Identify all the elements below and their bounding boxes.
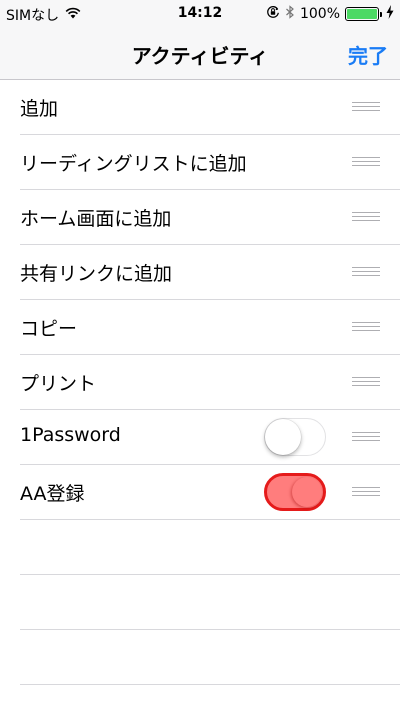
list-item-aa-register: AA登録 [20, 465, 400, 520]
list-item-reading-list[interactable]: リーディングリストに追加 [20, 135, 400, 190]
list-item-1password: 1Password [20, 410, 400, 465]
status-bar: SIMなし 14:12 100% [0, 0, 400, 28]
activity-list: 追加 リーディングリストに追加 ホーム画面に追加 共有リンクに追加 コピー プリ… [0, 80, 400, 685]
battery-percent: 100% [299, 6, 340, 22]
aa-register-toggle-switch[interactable] [264, 473, 326, 511]
list-item-label: リーディングリストに追加 [20, 153, 247, 175]
list-item-label: 共有リンクに追加 [20, 263, 173, 285]
list-item-label: AA登録 [20, 483, 85, 505]
reorder-handle-icon[interactable] [352, 487, 380, 497]
charging-bolt-icon [386, 5, 394, 23]
reorder-handle-icon[interactable] [352, 157, 380, 167]
reorder-handle-icon[interactable] [352, 267, 380, 277]
list-item-label: コピー [20, 318, 78, 340]
done-button[interactable]: 完了 [348, 40, 388, 69]
list-item-label: 1Password [20, 424, 121, 446]
list-item-copy[interactable]: コピー [20, 300, 400, 355]
1password-toggle-switch[interactable] [264, 418, 326, 456]
bluetooth-icon [285, 5, 295, 23]
list-item-print[interactable]: プリント [20, 355, 400, 410]
empty-list-row [20, 575, 400, 630]
list-item-add[interactable]: 追加 [20, 80, 400, 135]
reorder-handle-icon[interactable] [352, 212, 380, 222]
toggle-knob [265, 419, 301, 455]
reorder-handle-icon[interactable] [352, 377, 380, 387]
reorder-handle-icon[interactable] [352, 322, 380, 332]
list-item-label: 追加 [20, 98, 59, 120]
battery-level-fill [347, 9, 377, 19]
list-item-label: ホーム画面に追加 [20, 208, 172, 230]
navigation-bar: アクティビティ 完了 [0, 28, 400, 80]
battery-icon [345, 7, 382, 21]
list-item-home-screen[interactable]: ホーム画面に追加 [20, 190, 400, 245]
empty-list-row [20, 630, 400, 685]
toggle-knob [292, 477, 322, 507]
activity-settings-screen: SIMなし 14:12 100% アクティビティ 完了 追加 リーディングリスト… [0, 0, 400, 710]
orientation-lock-icon [266, 5, 280, 23]
reorder-handle-icon[interactable] [352, 432, 380, 442]
status-right: 100% [266, 5, 394, 23]
list-item-shared-links[interactable]: 共有リンクに追加 [20, 245, 400, 300]
page-title: アクティビティ [131, 44, 269, 68]
empty-list-row [20, 520, 400, 575]
reorder-handle-icon[interactable] [352, 102, 380, 112]
list-item-label: プリント [20, 373, 97, 395]
